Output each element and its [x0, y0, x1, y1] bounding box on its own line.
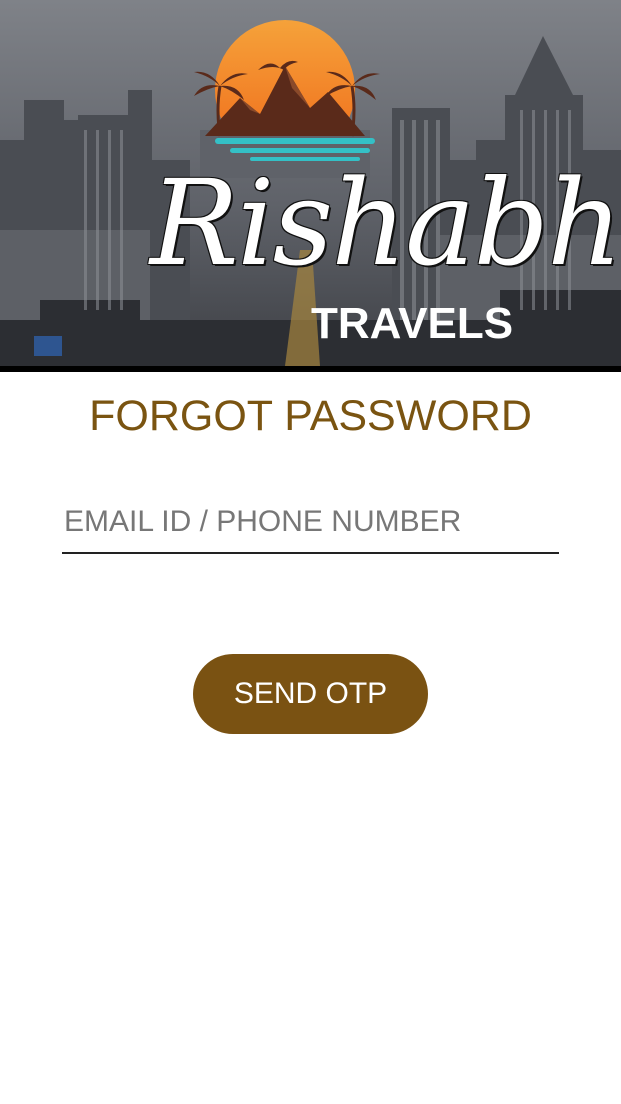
page-title: FORGOT PASSWORD — [89, 392, 532, 440]
send-otp-button[interactable]: SEND OTP — [193, 654, 428, 734]
header-banner: Rishabh TRAVELS — [0, 0, 621, 372]
email-phone-input[interactable] — [62, 496, 559, 548]
header-divider — [0, 366, 621, 372]
brand-subtitle: TRAVELS — [311, 299, 514, 348]
brand-name: Rishabh — [150, 154, 621, 292]
identifier-field — [62, 496, 559, 554]
